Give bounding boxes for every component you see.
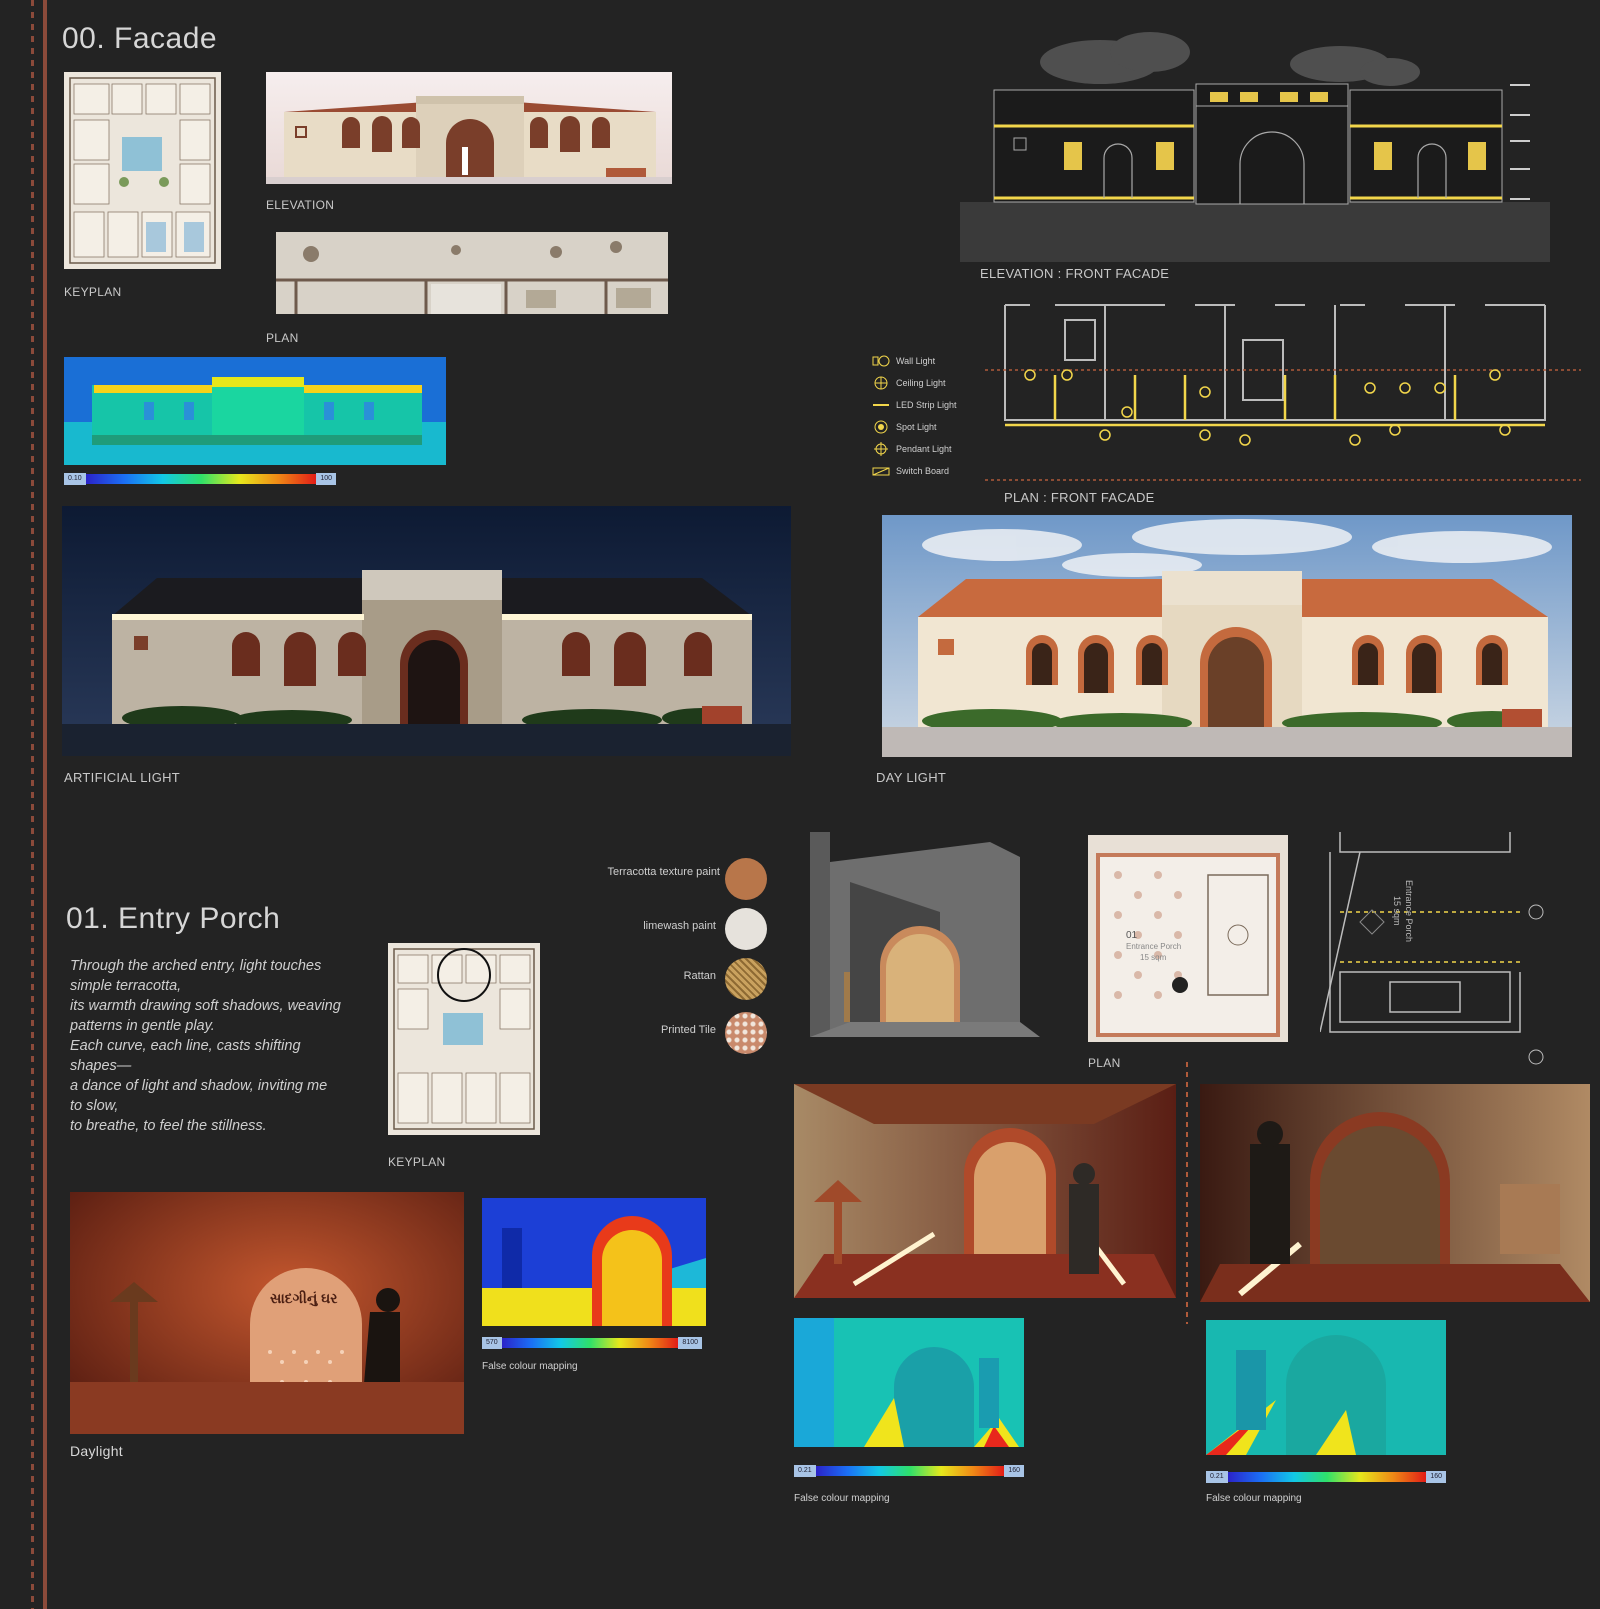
poem-line: shapes— — [70, 1058, 132, 1074]
ceiling-light-icon — [874, 376, 888, 390]
poem-line: simple terracotta, — [70, 978, 182, 994]
facade-title: 00. Facade — [62, 22, 218, 55]
facade-elevation-caption: ELEVATION — [266, 198, 335, 212]
fc3-caption: False colour mapping — [1206, 1493, 1302, 1504]
porch-render-3[interactable] — [1200, 1084, 1590, 1302]
plan-room-number: 01 — [1126, 930, 1138, 941]
porch-fc2-scale: 0.21 160 — [794, 1465, 1024, 1477]
fc1-scale-gradient — [501, 1338, 679, 1348]
fc1-scale-max: 8100 — [678, 1337, 702, 1349]
lighting-legend: Wall Light Ceiling Light LED Strip Light… — [872, 350, 972, 482]
front-facade-plan-image[interactable] — [985, 300, 1581, 485]
plan-room-area: 15 sqm — [1140, 953, 1167, 962]
material-limewash: limewash paint — [570, 908, 770, 950]
legend-label: Wall Light — [896, 356, 936, 366]
left-rail-line — [43, 0, 47, 1609]
left-rail-dots — [31, 0, 34, 1609]
poem-line: to slow, — [70, 1098, 119, 1114]
spot-light-icon — [874, 420, 888, 434]
legend-label: Ceiling Light — [896, 378, 946, 388]
poem-line: its warmth drawing soft shadows, weaving — [70, 998, 341, 1014]
fc3-scale-max: 160 — [1426, 1471, 1446, 1483]
terracotta-swatch — [725, 858, 767, 900]
facade-scale-min: 0.10 — [64, 473, 86, 485]
legend-label: Switch Board — [896, 466, 950, 476]
legend-label: Spot Light — [896, 422, 937, 432]
material-terracotta: Terracotta texture paint — [570, 858, 770, 900]
facade-elevation-image[interactable] — [266, 72, 672, 184]
pendant-light-icon — [874, 442, 888, 456]
facade-scale-max: 100 — [316, 473, 336, 485]
material-label: limewash paint — [643, 920, 716, 932]
facade-keyplan-caption: KEYPLAN — [64, 285, 122, 299]
legend-label: Pendant Light — [896, 444, 952, 454]
front-facade-elevation-caption: ELEVATION : FRONT FACADE — [980, 266, 1170, 281]
material-label: Rattan — [683, 970, 716, 982]
legend-ceiling-light: Ceiling Light — [872, 372, 972, 394]
legend-switch-board: Switch Board — [872, 460, 972, 482]
material-label: Terracotta texture paint — [607, 866, 720, 878]
porch-daylight-caption: Daylight — [70, 1443, 123, 1459]
fc2-scale-max: 160 — [1004, 1465, 1024, 1477]
fc1-caption: False colour mapping — [482, 1361, 578, 1372]
poem-line: Each curve, each line, casts shifting — [70, 1038, 301, 1054]
fc3-scale-gradient — [1227, 1472, 1427, 1482]
porch-signage: સાદગીનું ઘર — [270, 1290, 338, 1306]
section-room-area: 15 sqm — [1392, 896, 1402, 926]
front-facade-plan-caption: PLAN : FRONT FACADE — [1004, 490, 1155, 505]
porch-false-colour-3[interactable] — [1206, 1320, 1446, 1455]
porch-plan-image[interactable] — [1088, 835, 1288, 1042]
rattan-swatch — [725, 958, 767, 1000]
limewash-swatch — [725, 908, 767, 950]
artificial-light-caption: ARTIFICIAL LIGHT — [64, 770, 181, 785]
porch-false-colour-1[interactable] — [482, 1198, 706, 1326]
printed-tile-swatch — [725, 1012, 767, 1054]
porch-fc1-scale: 570 8100 — [482, 1337, 702, 1349]
artificial-light-render[interactable] — [62, 506, 791, 756]
porch-keyplan-caption: KEYPLAN — [388, 1155, 446, 1169]
facade-scale-gradient — [85, 474, 317, 484]
poem-line: patterns in gentle play. — [70, 1018, 215, 1034]
porch-fc3-scale: 0.21 160 — [1206, 1471, 1446, 1483]
poem-line: to breathe, to feel the stillness. — [70, 1118, 267, 1134]
porch-plan-caption: PLAN — [1088, 1056, 1121, 1070]
wall-light-icon — [872, 355, 890, 367]
porch-false-colour-2[interactable] — [794, 1318, 1024, 1447]
facade-scale-bar: 0.10 100 — [64, 473, 336, 485]
porch-3d-model[interactable] — [790, 822, 1042, 1052]
legend-led-strip: LED Strip Light — [872, 394, 972, 416]
render-divider — [1186, 1062, 1188, 1324]
porch-title: 01. Entry Porch — [66, 902, 281, 935]
porch-keyplan-image[interactable] — [388, 943, 540, 1135]
legend-pendant-light: Pendant Light — [872, 438, 972, 460]
led-strip-icon — [873, 404, 889, 406]
facade-false-colour-image[interactable] — [64, 357, 446, 465]
poem-line: a dance of light and shadow, inviting me — [70, 1078, 328, 1094]
porch-daylight-render[interactable] — [70, 1192, 464, 1434]
fc1-scale-min: 570 — [482, 1337, 502, 1349]
day-light-caption: DAY LIGHT — [876, 770, 947, 785]
legend-wall-light: Wall Light — [872, 350, 972, 372]
fc3-scale-min: 0.21 — [1206, 1471, 1228, 1483]
facade-plan-caption: PLAN — [266, 331, 299, 345]
section-room-label: Entrance Porch — [1404, 880, 1414, 943]
poem-line: Through the arched entry, light touches — [70, 958, 322, 974]
fc2-caption: False colour mapping — [794, 1493, 890, 1504]
legend-spot-light: Spot Light — [872, 416, 972, 438]
material-printed-tile: Printed Tile — [570, 1008, 770, 1054]
porch-render-2[interactable] — [794, 1084, 1176, 1298]
legend-label: LED Strip Light — [896, 400, 957, 410]
day-light-render[interactable] — [882, 515, 1572, 757]
plan-room-name: Entrance Porch — [1126, 942, 1182, 951]
material-rattan: Rattan — [570, 958, 770, 1000]
porch-line-plan[interactable] — [1320, 832, 1558, 1070]
switch-board-icon — [872, 467, 890, 476]
material-label: Printed Tile — [660, 1024, 716, 1036]
fc2-scale-min: 0.21 — [794, 1465, 816, 1477]
front-facade-elevation-image[interactable] — [960, 22, 1550, 262]
facade-plan-image[interactable] — [276, 232, 668, 314]
porch-poem: Through the arched entry, light touches … — [70, 956, 370, 1136]
fc2-scale-gradient — [815, 1466, 1005, 1476]
facade-keyplan-image[interactable] — [64, 72, 221, 269]
